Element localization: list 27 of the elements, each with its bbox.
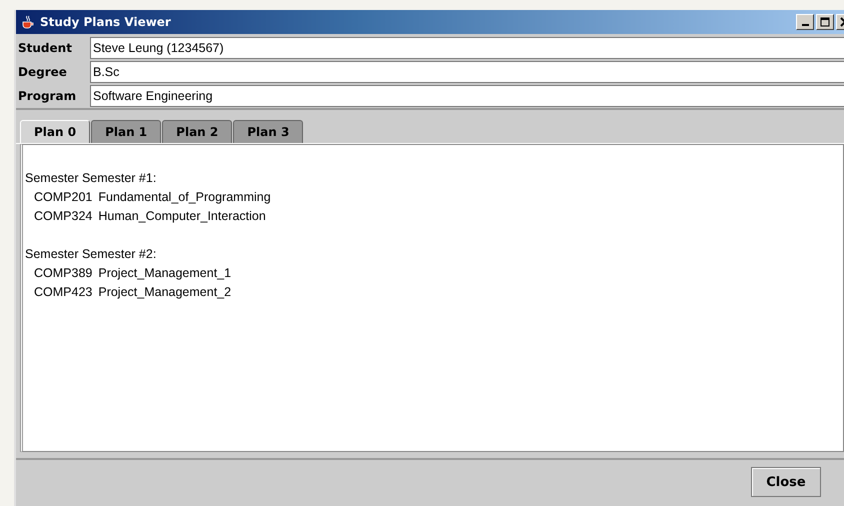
window-title: Study Plans Viewer xyxy=(40,15,172,29)
field-label: Program xyxy=(18,88,78,105)
maximize-button[interactable] xyxy=(816,14,834,30)
tab[interactable]: Plan 2 xyxy=(162,120,232,143)
course-code: COMP423 xyxy=(34,284,92,301)
field-label: Student xyxy=(18,40,73,57)
semester-heading: Semester Semester #1: xyxy=(25,170,158,187)
input-field[interactable]: Steve Leung (1234567) xyxy=(90,37,844,59)
input-field[interactable]: Software Engineering xyxy=(90,85,844,107)
coffee-cup-icon xyxy=(20,14,36,30)
tab[interactable]: Plan 1 xyxy=(91,120,162,143)
close-dialog-button[interactable]: Close xyxy=(751,467,821,497)
input-field[interactable]: B.Sc xyxy=(90,61,844,83)
course-name: Project_Management_2 xyxy=(98,284,232,301)
maximize-icon xyxy=(820,17,830,27)
tab[interactable]: Plan 3 xyxy=(233,120,304,143)
semester-heading: Semester Semester #2: xyxy=(25,246,158,263)
tab[interactable]: Plan 0 xyxy=(20,120,90,143)
minimize-icon xyxy=(802,24,808,26)
course-code: COMP201 xyxy=(34,189,92,206)
field-label: Degree xyxy=(18,64,68,81)
minimize-button[interactable] xyxy=(796,14,814,30)
course-name: Fundamental_of_Programming xyxy=(98,189,271,206)
course-name: Human_Computer_Interaction xyxy=(98,208,266,225)
course-name: Project_Management_1 xyxy=(98,265,232,282)
course-code: COMP389 xyxy=(34,265,92,282)
course-code: COMP324 xyxy=(34,208,92,225)
